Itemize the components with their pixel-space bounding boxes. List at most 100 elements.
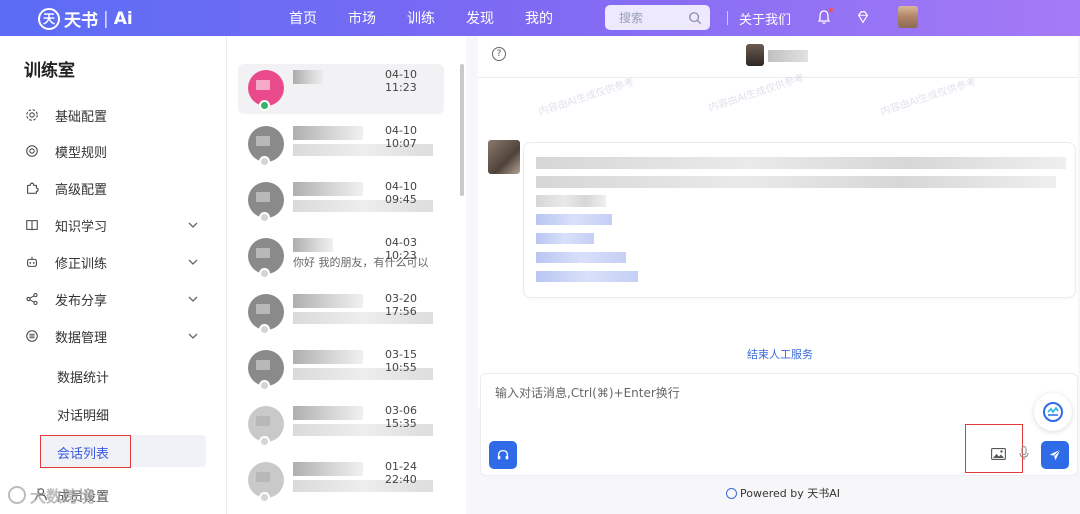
list-item[interactable]: 01-24 22:40 [238,456,444,506]
conversation-time: 04-03 10:23 [385,236,417,262]
sidebar-sub-data-stats[interactable]: 数据统计 [57,367,109,386]
top-navbar: 天 天书 | Ai 首页 市场 训练 发现 我的 关于我们 [0,0,1080,36]
status-dot [259,492,270,503]
conversation-time: 01-24 22:40 [385,460,417,486]
list-item[interactable]: 04-10 10:07 [238,120,444,170]
notification-dot [829,8,833,12]
contact-name-blurred [293,238,333,252]
conversation-time: 04-10 10:07 [385,124,417,150]
message-bubble [523,142,1076,298]
watermark-logo-icon [8,486,26,504]
message-link-blurred[interactable] [536,271,638,282]
end-human-service-link[interactable]: 结束人工服务 [747,346,813,362]
sidebar-item-label: 基础配置 [55,109,108,125]
logo-icon: 天 [38,7,60,30]
sidebar-item-correction[interactable]: 修正训练 [24,247,204,277]
gear-icon [26,109,38,121]
search-box[interactable] [605,5,710,30]
sidebar-sub-session-list[interactable]: 会话列表 [57,443,109,462]
contact-name-blurred [293,294,363,308]
sidebar-item-data-management[interactable]: 数据管理 [24,321,204,351]
conversation-time: 03-06 15:35 [385,404,417,430]
send-icon [1049,449,1061,461]
list-item[interactable]: 03-20 17:56 [238,288,444,338]
human-service-button[interactable] [489,441,517,469]
chat-header: ? [478,36,1078,78]
sidebar-title: 训练室 [24,61,75,81]
puzzle-icon [27,182,39,194]
contact-name-blurred [293,350,363,364]
sidebar-item-knowledge[interactable]: 知识学习 [24,210,204,240]
nav-mine[interactable]: 我的 [525,8,553,28]
conversation-list: 04-10 11:23 04-10 10:07 04-10 09:45 你好 我… [228,36,465,514]
book-icon [26,220,38,231]
message-link-blurred[interactable] [536,214,612,225]
search-icon[interactable] [688,11,702,25]
logo[interactable]: 天 天书 | Ai [38,6,133,31]
message-input-box [480,373,1078,476]
main-nav: 首页 市场 训练 发现 我的 [289,8,584,28]
list-item[interactable]: 你好 我的朋友，有什么可以 04-03 10:23 [238,232,444,282]
sidebar-item-basic-config[interactable]: 基础配置 [24,100,204,130]
logo-text: 天书 [64,11,98,31]
share-icon [26,292,38,306]
image-upload-icon[interactable] [991,448,1006,460]
list-item[interactable]: 04-10 09:45 [238,176,444,226]
sidebar-item-publish[interactable]: 发布分享 [24,284,204,314]
brand-logo-icon [726,487,737,499]
send-button[interactable] [1041,441,1069,469]
message-link-blurred[interactable] [536,252,626,263]
diamond-icon[interactable] [856,10,870,24]
about-link[interactable]: 关于我们 [739,9,791,28]
status-dot [259,324,270,335]
message-input[interactable] [495,384,1055,424]
nav-market[interactable]: 市场 [348,8,376,28]
watermark: 内容由AI生成仅供参考 [879,76,978,119]
nav-home[interactable]: 首页 [289,8,317,28]
nav-training[interactable]: 训练 [407,8,435,28]
logo-suffix: Ai [113,8,133,29]
list-item[interactable]: 04-10 11:23 [238,64,444,114]
sidebar-item-label: 高级配置 [55,182,108,198]
headset-icon [497,449,509,460]
sidebar-item-label: 模型规则 [55,145,108,161]
message-link-blurred[interactable] [536,233,594,244]
search-input[interactable] [619,10,679,25]
sidebar-item-label: 知识学习 [55,219,108,235]
sidebar-sub-dialog-detail[interactable]: 对话明细 [57,405,109,424]
chevron-down-icon [188,222,198,228]
list-item[interactable]: 03-06 15:35 [238,400,444,450]
chat-partner-avatar [746,44,764,66]
chevron-down-icon [188,259,198,265]
robot-icon [27,256,37,267]
sidebar-item-advanced-config[interactable]: 高级配置 [24,173,204,203]
chevron-down-icon [188,296,198,302]
user-avatar[interactable] [898,6,918,28]
sidebar-item-label: 发布分享 [55,293,108,309]
chat-panel: ? 内容由AI生成仅供参考 内容由AI生成仅供参考 内容由AI生成仅供参考 内容… [466,36,1080,514]
help-icon[interactable]: ? [492,47,506,61]
chevron-down-icon [188,333,198,339]
sidebar: 训练室 基础配置 模型规则 高级配置 知识学习 修正训练 发布分享 数据管理 数… [0,36,227,514]
nav-discover[interactable]: 发现 [466,8,494,28]
sidebar-item-label: 修正训练 [55,256,108,272]
floating-assistant-button[interactable] [1034,393,1072,431]
contact-name-blurred [293,182,363,196]
status-dot [259,436,270,447]
conversation-time: 04-10 11:23 [385,68,417,94]
divider [727,11,728,25]
sidebar-item-model-rules[interactable]: 模型规则 [24,136,204,166]
microphone-icon[interactable] [1019,446,1029,461]
target-icon [26,145,38,157]
scrollbar[interactable] [460,64,464,196]
message-text-blurred [536,195,606,207]
chat-partner-name-blurred [768,50,808,62]
list-item[interactable]: 03-15 10:55 [238,344,444,394]
bot-avatar [488,140,520,174]
powered-by-text: Powered by 天书AI [740,487,841,500]
message-text-blurred [536,157,1066,169]
message-text-blurred [536,176,1056,188]
conversation-time: 04-10 09:45 [385,180,417,206]
powered-by: Powered by 天书AI [726,485,840,501]
list-icon [26,330,38,342]
